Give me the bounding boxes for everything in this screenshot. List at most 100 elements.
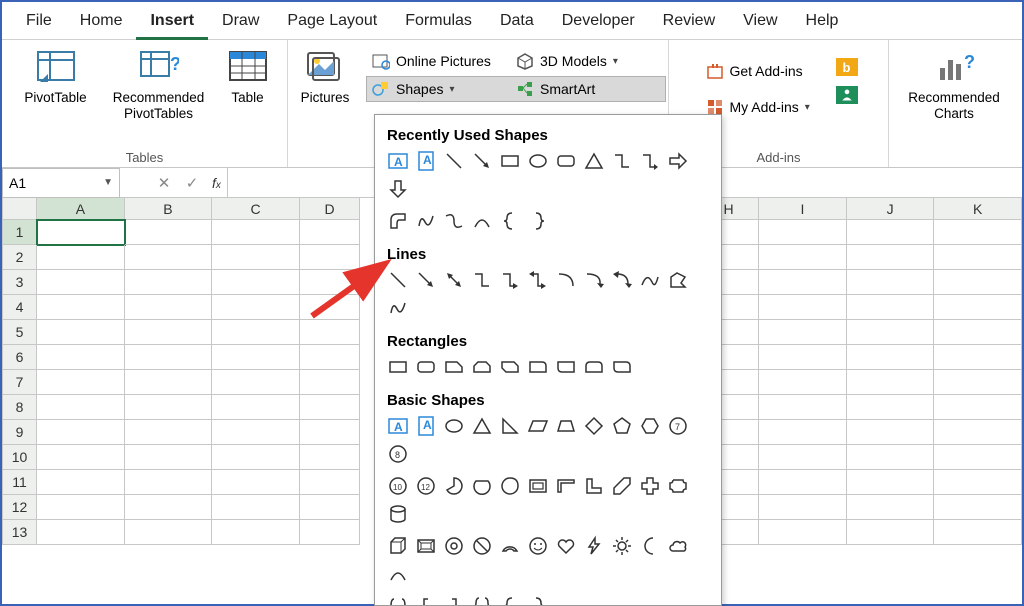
cell-D7[interactable] — [300, 370, 360, 395]
tab-insert[interactable]: Insert — [136, 2, 208, 40]
tab-home[interactable]: Home — [66, 2, 137, 40]
curved-arrow-connector-icon[interactable] — [581, 267, 607, 293]
3d-models-button[interactable]: 3D Models ▾ — [510, 48, 624, 74]
elbow-connector-icon[interactable] — [609, 148, 635, 174]
cell-I7[interactable] — [759, 370, 847, 395]
cell-J4[interactable] — [847, 295, 935, 320]
block-arrow-right-icon[interactable] — [665, 148, 691, 174]
cell-I5[interactable] — [759, 320, 847, 345]
frame-icon[interactable] — [525, 473, 551, 499]
cell-A13[interactable] — [37, 520, 125, 545]
column-header-a[interactable]: A — [37, 198, 125, 220]
cell-D5[interactable] — [300, 320, 360, 345]
cell-D4[interactable] — [300, 295, 360, 320]
tab-review[interactable]: Review — [649, 2, 729, 40]
row-header-13[interactable]: 13 — [2, 520, 37, 545]
cell-C2[interactable] — [212, 245, 300, 270]
cell-C12[interactable] — [212, 495, 300, 520]
left-bracket-icon[interactable] — [413, 593, 439, 606]
cell-B2[interactable] — [125, 245, 213, 270]
cell-J11[interactable] — [847, 470, 935, 495]
cell-K3[interactable] — [934, 270, 1022, 295]
cell-B9[interactable] — [125, 420, 213, 445]
cell-B4[interactable] — [125, 295, 213, 320]
cell-B7[interactable] — [125, 370, 213, 395]
cell-D6[interactable] — [300, 345, 360, 370]
cell-I10[interactable] — [759, 445, 847, 470]
scribble-icon[interactable] — [385, 295, 411, 321]
cell-C9[interactable] — [212, 420, 300, 445]
cell-D11[interactable] — [300, 470, 360, 495]
pie-icon[interactable] — [441, 473, 467, 499]
double-bracket-icon[interactable] — [385, 593, 411, 606]
cell-K6[interactable] — [934, 345, 1022, 370]
cell-K13[interactable] — [934, 520, 1022, 545]
cell-I2[interactable] — [759, 245, 847, 270]
cell-I1[interactable] — [759, 220, 847, 245]
trapezoid-icon[interactable] — [553, 413, 579, 439]
rounded-rectangle-icon[interactable] — [553, 148, 579, 174]
pictures-button[interactable]: Pictures — [290, 44, 360, 106]
recommended-pivottables-button[interactable]: ? Recommended PivotTables — [106, 44, 212, 122]
tab-formulas[interactable]: Formulas — [391, 2, 486, 40]
cell-D3[interactable] — [300, 270, 360, 295]
cell-B10[interactable] — [125, 445, 213, 470]
cell-I12[interactable] — [759, 495, 847, 520]
row-header-11[interactable]: 11 — [2, 470, 37, 495]
cell-J1[interactable] — [847, 220, 935, 245]
cell-I8[interactable] — [759, 395, 847, 420]
cell-D13[interactable] — [300, 520, 360, 545]
cell-A12[interactable] — [37, 495, 125, 520]
cell-D10[interactable] — [300, 445, 360, 470]
cell-D2[interactable] — [300, 245, 360, 270]
arc-icon[interactable] — [385, 561, 411, 587]
recommended-charts-button[interactable]: ? Recommended Charts — [895, 44, 1013, 122]
text-box-vertical-icon[interactable]: A — [413, 413, 439, 439]
triangle-icon[interactable] — [469, 413, 495, 439]
arc-icon[interactable] — [469, 208, 495, 234]
right-bracket-icon[interactable] — [441, 593, 467, 606]
cell-K8[interactable] — [934, 395, 1022, 420]
freeform-icon[interactable] — [665, 267, 691, 293]
oval-icon[interactable] — [441, 413, 467, 439]
oval-icon[interactable] — [525, 148, 551, 174]
cell-C4[interactable] — [212, 295, 300, 320]
cell-D8[interactable] — [300, 395, 360, 420]
pivottable-button[interactable]: PivotTable — [12, 44, 100, 106]
can-icon[interactable] — [385, 501, 411, 527]
cell-B11[interactable] — [125, 470, 213, 495]
enter-formula-button[interactable]: ✓ — [178, 169, 206, 197]
line-icon[interactable] — [385, 267, 411, 293]
tab-page-layout[interactable]: Page Layout — [273, 2, 391, 40]
no-symbol-icon[interactable] — [469, 533, 495, 559]
cell-A10[interactable] — [37, 445, 125, 470]
row-header-1[interactable]: 1 — [2, 220, 37, 245]
elbow-arrow-icon[interactable] — [637, 148, 663, 174]
cell-B5[interactable] — [125, 320, 213, 345]
cell-C6[interactable] — [212, 345, 300, 370]
l-shape-icon[interactable] — [581, 473, 607, 499]
elbow-arrow-connector-icon[interactable] — [497, 267, 523, 293]
cell-D9[interactable] — [300, 420, 360, 445]
freeform-icon[interactable] — [385, 208, 411, 234]
snip-single-corner-icon[interactable] — [441, 354, 467, 380]
text-box-vertical-icon[interactable]: A — [413, 148, 439, 174]
round-same-side-icon[interactable] — [581, 354, 607, 380]
cell-J9[interactable] — [847, 420, 935, 445]
cell-I4[interactable] — [759, 295, 847, 320]
rounded-rectangle-icon[interactable] — [413, 354, 439, 380]
round-diagonal-icon[interactable] — [609, 354, 635, 380]
tab-draw[interactable]: Draw — [208, 2, 273, 40]
cell-K9[interactable] — [934, 420, 1022, 445]
row-header-4[interactable]: 4 — [2, 295, 37, 320]
cell-C8[interactable] — [212, 395, 300, 420]
scribble-icon[interactable] — [413, 208, 439, 234]
column-header-k[interactable]: K — [934, 198, 1022, 220]
row-header-10[interactable]: 10 — [2, 445, 37, 470]
decagon-icon[interactable]: 10 — [385, 473, 411, 499]
chord-icon[interactable] — [469, 473, 495, 499]
snip-diagonal-corner-icon[interactable] — [497, 354, 523, 380]
cell-B13[interactable] — [125, 520, 213, 545]
cell-K1[interactable] — [934, 220, 1022, 245]
block-arc-icon[interactable] — [497, 533, 523, 559]
